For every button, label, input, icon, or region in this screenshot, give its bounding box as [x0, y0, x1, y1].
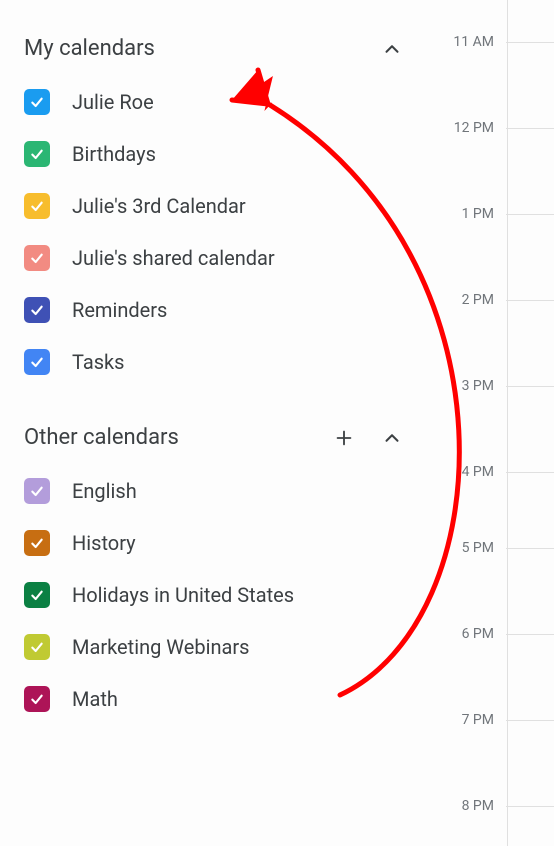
my-calendar-item[interactable]: Reminders	[24, 297, 404, 323]
time-label: 7 PM	[434, 712, 494, 728]
calendar-label: Math	[72, 687, 118, 711]
calendar-label: Holidays in United States	[72, 583, 294, 607]
other-calendars-title: Other calendars	[24, 425, 179, 450]
time-label: 1 PM	[434, 206, 494, 222]
time-row: 3 PM	[434, 378, 554, 394]
calendar-checkbox[interactable]	[24, 297, 50, 323]
time-row: 8 PM	[434, 798, 554, 814]
my-calendars-title: My calendars	[24, 36, 155, 61]
chevron-up-icon[interactable]	[380, 37, 404, 61]
calendar-label: Julie's shared calendar	[72, 246, 275, 270]
my-calendar-item[interactable]: Birthdays	[24, 141, 404, 167]
calendar-checkbox[interactable]	[24, 634, 50, 660]
calendar-label: Reminders	[72, 298, 167, 322]
my-calendar-item[interactable]: Julie's shared calendar	[24, 245, 404, 271]
time-gridline	[506, 806, 554, 807]
other-calendars-header[interactable]: Other calendars	[24, 425, 404, 450]
calendar-checkbox[interactable]	[24, 478, 50, 504]
calendar-checkbox[interactable]	[24, 89, 50, 115]
other-calendar-item[interactable]: English	[24, 478, 404, 504]
time-row: 11 AM	[434, 34, 554, 50]
other-calendar-item[interactable]: Marketing Webinars	[24, 634, 404, 660]
time-label: 12 PM	[434, 120, 494, 136]
calendar-label: Tasks	[72, 350, 125, 374]
time-gridline	[506, 634, 554, 635]
calendar-label: Marketing Webinars	[72, 635, 249, 659]
time-row: 4 PM	[434, 464, 554, 480]
calendar-checkbox[interactable]	[24, 530, 50, 556]
calendar-label: Julie's 3rd Calendar	[72, 194, 246, 218]
time-gridline	[506, 42, 554, 43]
time-label: 4 PM	[434, 464, 494, 480]
calendar-label: Julie Roe	[72, 90, 154, 114]
time-label: 6 PM	[434, 626, 494, 642]
time-row: 6 PM	[434, 626, 554, 642]
time-row: 2 PM	[434, 292, 554, 308]
time-gridline	[506, 548, 554, 549]
time-gridline	[506, 214, 554, 215]
other-calendar-item[interactable]: History	[24, 530, 404, 556]
calendar-label: Birthdays	[72, 142, 156, 166]
my-calendar-item[interactable]: Julie's 3rd Calendar	[24, 193, 404, 219]
time-label: 3 PM	[434, 378, 494, 394]
calendar-checkbox[interactable]	[24, 686, 50, 712]
time-row: 7 PM	[434, 712, 554, 728]
time-row: 12 PM	[434, 120, 554, 136]
calendar-checkbox[interactable]	[24, 193, 50, 219]
time-gridline	[506, 128, 554, 129]
time-row: 1 PM	[434, 206, 554, 222]
my-calendar-item[interactable]: Julie Roe	[24, 89, 404, 115]
chevron-up-icon[interactable]	[380, 426, 404, 450]
calendar-checkbox[interactable]	[24, 141, 50, 167]
time-gridline	[506, 386, 554, 387]
calendar-label: History	[72, 531, 136, 555]
time-gridline	[506, 720, 554, 721]
my-calendar-item[interactable]: Tasks	[24, 349, 404, 375]
calendar-checkbox[interactable]	[24, 245, 50, 271]
calendar-checkbox[interactable]	[24, 582, 50, 608]
time-label: 5 PM	[434, 540, 494, 556]
time-label: 8 PM	[434, 798, 494, 814]
other-calendar-item[interactable]: Math	[24, 686, 404, 712]
calendar-label: English	[72, 479, 137, 503]
time-label: 11 AM	[434, 34, 494, 50]
time-row: 5 PM	[434, 540, 554, 556]
plus-icon[interactable]	[332, 426, 356, 450]
time-gridline	[506, 300, 554, 301]
time-label: 2 PM	[434, 292, 494, 308]
my-calendars-header[interactable]: My calendars	[24, 36, 404, 61]
calendar-checkbox[interactable]	[24, 349, 50, 375]
time-gridline	[506, 472, 554, 473]
other-calendar-item[interactable]: Holidays in United States	[24, 582, 404, 608]
